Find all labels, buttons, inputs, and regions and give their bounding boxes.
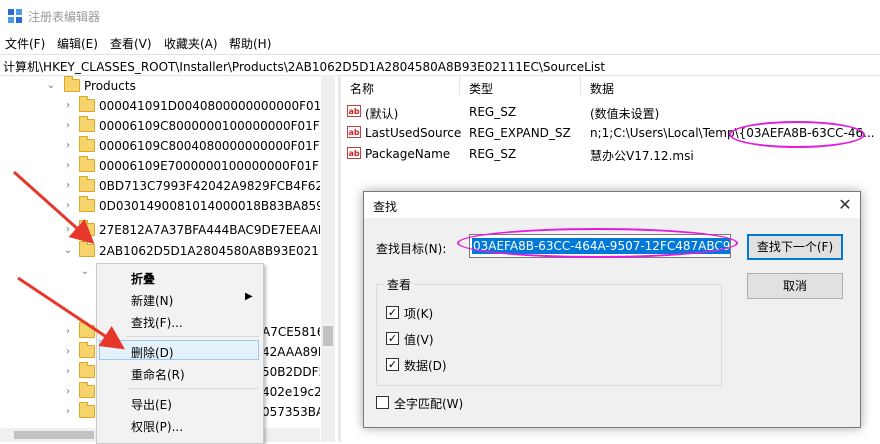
arrow-icon [12, 170, 95, 245]
arrow-icon [17, 276, 125, 350]
annotation-arrows [12, 170, 125, 350]
